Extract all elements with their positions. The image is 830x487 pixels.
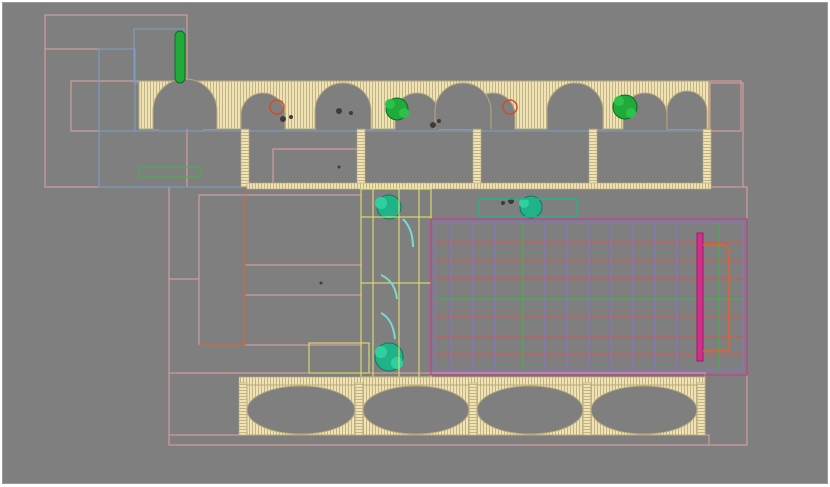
lighting-grid bbox=[430, 218, 748, 376]
shrub-icon bbox=[385, 97, 409, 121]
cad-viewport[interactable] bbox=[2, 2, 828, 484]
hedge-planter bbox=[174, 30, 186, 84]
round-shrubs bbox=[374, 94, 638, 372]
shrub-icon bbox=[375, 194, 402, 220]
ramp-arrows bbox=[380, 218, 414, 340]
arched-pergola-north bbox=[138, 78, 712, 190]
arched-pergola-south bbox=[238, 376, 706, 436]
interior-room bbox=[138, 166, 362, 346]
shrub-icon bbox=[612, 94, 638, 120]
walkway bbox=[308, 188, 432, 378]
floor-plan-drawing bbox=[44, 14, 748, 446]
